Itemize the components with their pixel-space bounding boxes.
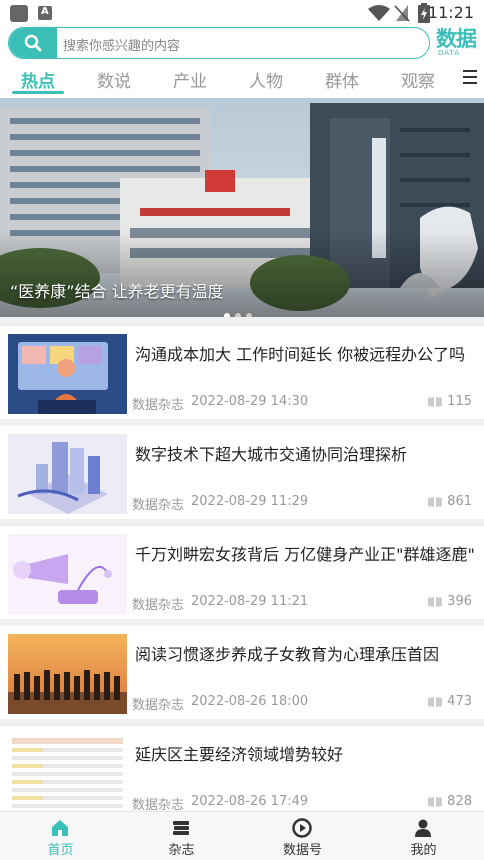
active-tab-indicator: [12, 91, 64, 94]
search-box[interactable]: 搜索你感兴趣的内容: [8, 27, 430, 59]
tab-people[interactable]: 人物: [249, 67, 283, 92]
book-icon: [428, 496, 443, 507]
article-item[interactable]: 延庆区主要经济领域增势较好 数据杂志 2022-08-26 17:49 828: [0, 726, 484, 819]
article-date: 2022-08-29 11:21: [191, 594, 309, 609]
banner-carousel[interactable]: “医养康”结合 让养老更有温度: [0, 98, 484, 317]
article-title: 千万刘畊宏女孩背后 万亿健身产业正"群雄逐鹿": [135, 545, 475, 564]
article-views: 828: [428, 794, 472, 809]
article-source: 数据杂志: [132, 698, 185, 713]
view-count: 861: [447, 494, 472, 509]
article-source: 数据杂志: [132, 398, 185, 413]
view-count: 115: [447, 394, 472, 409]
article-source: 数据杂志: [132, 598, 185, 613]
person-icon: [415, 819, 431, 837]
article-title: 数字技术下超大城市交通协同治理探析: [135, 445, 408, 464]
article-views: 396: [428, 594, 472, 609]
article-thumbnail: [8, 734, 127, 814]
article-title: 沟通成本加大 工作时间延长 你被远程办公了吗: [135, 345, 466, 364]
article-thumbnail: [8, 434, 127, 514]
article-item[interactable]: 阅读习惯逐步养成子女教育为心理承压首因 数据杂志 2022-08-26 18:0…: [0, 626, 484, 719]
article-list: 沟通成本加大 工作时间延长 你被远程办公了吗 数据杂志 2022-08-29 1…: [0, 317, 484, 819]
article-title: 阅读习惯逐步养成子女教育为心理承压首因: [135, 645, 440, 664]
clock: 11:21: [427, 3, 474, 22]
nav-magazine[interactable]: 杂志: [121, 812, 242, 860]
nav-data-channel-label: 数据号: [282, 843, 322, 858]
article-title: 延庆区主要经济领域增势较好: [135, 745, 344, 764]
article-item[interactable]: 千万刘畊宏女孩背后 万亿健身产业正"群雄逐鹿" 数据杂志 2022-08-29 …: [0, 526, 484, 619]
article-date: 2022-08-29 14:30: [191, 394, 309, 409]
view-count: 396: [447, 594, 472, 609]
article-thumbnail: [8, 334, 127, 414]
search-button[interactable]: [9, 28, 57, 58]
nav-profile[interactable]: 我的: [363, 812, 484, 860]
article-item[interactable]: 数字技术下超大城市交通协同治理探析 数据杂志 2022-08-29 11:29 …: [0, 426, 484, 519]
no-signal-icon: [394, 5, 410, 22]
carousel-dots: [224, 304, 257, 317]
article-date: 2022-08-26 17:49: [191, 794, 309, 809]
nav-magazine-label: 杂志: [168, 843, 195, 858]
tab-hot[interactable]: 热点: [21, 67, 55, 92]
article-thumbnail: [8, 634, 127, 714]
menu-icon[interactable]: [463, 70, 477, 84]
article-views: 115: [428, 394, 472, 409]
search-row: 搜索你感兴趣的内容 数据 DATA: [0, 26, 484, 62]
nav-home-label: 首页: [47, 843, 74, 858]
article-views: 473: [428, 694, 472, 709]
book-icon: [428, 596, 443, 607]
status-bar: 11:21: [0, 0, 484, 26]
wifi-icon: [368, 5, 390, 21]
logo-text: 数据: [436, 27, 477, 51]
nav-profile-label: 我的: [410, 843, 437, 858]
bottom-nav: 首页 杂志 数据号 我的: [0, 811, 484, 860]
app-logo: 数据 DATA: [436, 27, 480, 59]
article-item[interactable]: 沟通成本加大 工作时间延长 你被远程办公了吗 数据杂志 2022-08-29 1…: [0, 326, 484, 419]
notification-icon: [10, 5, 28, 22]
home-icon: [52, 820, 68, 836]
tab-observation[interactable]: 观察: [401, 67, 435, 92]
data-channel-icon: [292, 818, 312, 838]
article-date: 2022-08-29 11:29: [191, 494, 309, 509]
view-count: 828: [447, 794, 472, 809]
app-notification-icon: [38, 6, 52, 20]
banner-caption: “医养康”结合 让养老更有温度: [10, 282, 224, 301]
tab-groups[interactable]: 群体: [325, 67, 359, 92]
article-views: 861: [428, 494, 472, 509]
search-input[interactable]: 搜索你感兴趣的内容: [63, 35, 180, 54]
article-date: 2022-08-26 18:00: [191, 694, 309, 709]
view-count: 473: [447, 694, 472, 709]
books-icon: [173, 821, 189, 835]
article-thumbnail: [8, 534, 127, 614]
book-icon: [428, 396, 443, 407]
book-icon: [428, 796, 443, 807]
nav-data-channel[interactable]: 数据号: [242, 812, 363, 860]
tab-industry[interactable]: 产业: [173, 67, 207, 92]
tab-data-talk[interactable]: 数说: [97, 67, 131, 92]
search-icon: [24, 34, 42, 52]
category-tabs: 热点 数说 产业 人物 群体 观察: [0, 62, 484, 98]
article-source: 数据杂志: [132, 498, 185, 513]
logo-subtext: DATA: [438, 49, 461, 57]
nav-home[interactable]: 首页: [0, 812, 121, 860]
book-icon: [428, 696, 443, 707]
